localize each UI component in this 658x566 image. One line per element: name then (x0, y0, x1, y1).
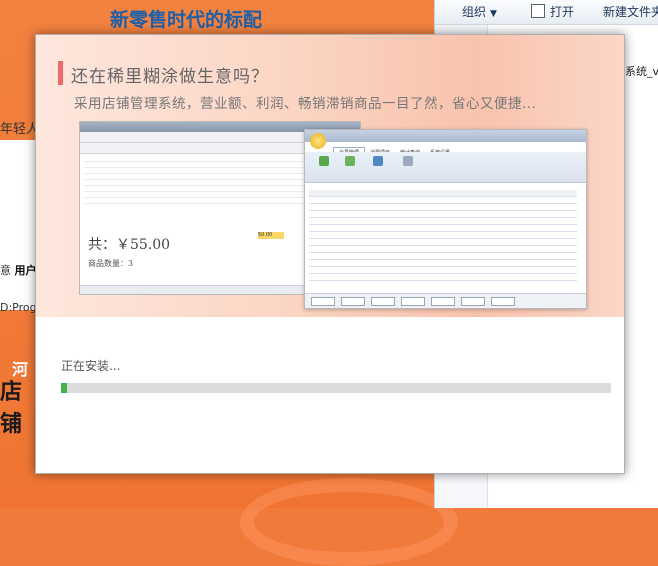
preview-tabs: 会员管理消费项目统计查询系统设置 (333, 143, 455, 157)
preview-titlebar (305, 130, 586, 142)
promo-banner: 还在稀里糊涂做生意吗？ 采用店铺管理系统，营业额、利润、畅销滞销商品一目了然，省… (36, 35, 624, 317)
preview-grid (84, 156, 304, 212)
open-button[interactable]: 打开 (531, 3, 574, 20)
device-icon (373, 156, 383, 166)
member-add-icon (345, 156, 355, 166)
member-screenshot-preview: 会员管理消费项目统计查询系统设置 (304, 129, 587, 309)
settings-icon (403, 156, 413, 166)
organize-label: 组织 (462, 5, 487, 19)
background-page-title: 新零售时代的标配 (110, 9, 263, 31)
member-icon (319, 156, 329, 166)
preview-footer-buttons (305, 293, 586, 308)
headline-accent-bar (58, 61, 63, 85)
background-decoration (240, 478, 458, 566)
organize-menu[interactable]: 组织 ▼ (462, 3, 497, 20)
new-folder-button[interactable]: 新建文件夹 (603, 3, 658, 20)
preview-amount: 50.00 (258, 232, 284, 239)
install-status-text: 正在安装... (61, 359, 121, 373)
preview-quantity: 商品数量：3 (88, 259, 134, 268)
banner-headline: 还在稀里糊涂做生意吗？ (71, 67, 269, 87)
preview-ribbon (305, 152, 586, 183)
chevron-down-icon: ▼ (490, 9, 497, 19)
app-logo-icon (310, 133, 326, 149)
background-text-fragment: 年轻人 (0, 122, 40, 137)
open-file-icon (531, 4, 545, 18)
file-item[interactable]: 系统_v (625, 62, 658, 80)
background-logo-text: 店铺 (0, 380, 23, 437)
install-progress-fill (61, 383, 67, 393)
open-label: 打开 (550, 5, 575, 19)
preview-table (309, 190, 577, 281)
background-text-fragment: 意 用户 (0, 262, 37, 278)
background-logo: 河 店铺 (0, 346, 36, 437)
background-text-prefix: 意 (0, 264, 11, 277)
install-progress-bar (61, 383, 611, 393)
banner-subline: 采用店铺管理系统，营业额、利润、畅销滞销商品一目了然，省心又便捷... (74, 96, 537, 112)
preview-total: 共：￥55.00 (88, 237, 171, 253)
background-text-bold: 用户 (14, 264, 37, 277)
background-path-fragment: D:Prog (0, 301, 37, 314)
explorer-toolbar: 组织 ▼ 打开 新建文件夹 (435, 0, 658, 25)
installer-dialog: 还在稀里糊涂做生意吗？ 采用店铺管理系统，营业额、利润、畅销滞销商品一目了然，省… (35, 34, 625, 474)
